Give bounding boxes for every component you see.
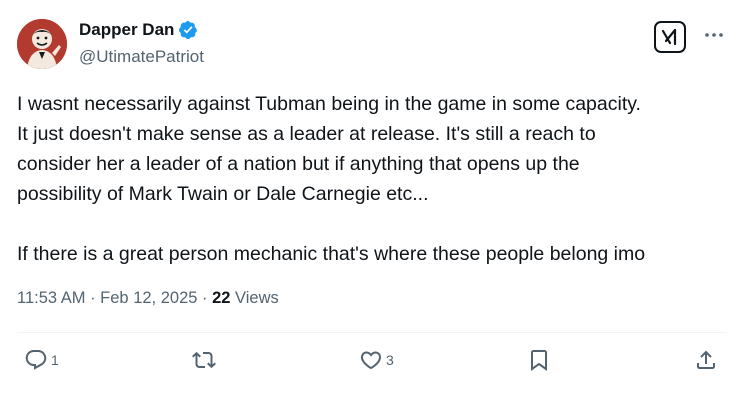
name-row: Dapper Dan xyxy=(79,20,198,40)
tweet-line: possibility of Mark Twain or Dale Carneg… xyxy=(17,183,429,205)
repost-button[interactable] xyxy=(192,348,219,372)
grok-button[interactable] xyxy=(654,21,686,53)
like-count: 3 xyxy=(386,352,394,368)
tweet-date[interactable]: Feb 12, 2025 xyxy=(100,289,197,307)
tweet-time[interactable]: 11:53 AM xyxy=(17,289,86,307)
tweet-line: I wasnt necessarily against Tubman being… xyxy=(17,93,641,115)
repost-icon xyxy=(192,351,216,369)
reply-button[interactable]: 1 xyxy=(24,348,59,372)
meta-separator: · xyxy=(85,289,101,307)
avatar[interactable] xyxy=(17,19,67,69)
tweet-meta: 11:53 AM · Feb 12, 2025 · 22 Views xyxy=(17,289,279,308)
user-handle[interactable]: @UtimatePatriot xyxy=(79,47,204,67)
views-count[interactable]: 22 xyxy=(212,289,230,307)
bookmark-button[interactable] xyxy=(527,348,551,372)
tweet-paragraph-2: If there is a great person mechanic that… xyxy=(17,243,646,265)
views-label[interactable]: Views xyxy=(230,289,279,307)
share-button[interactable] xyxy=(694,348,718,372)
verified-badge-icon xyxy=(178,20,198,40)
tweet-line: It just doesn't make sense as a leader a… xyxy=(17,123,596,145)
bookmark-icon xyxy=(531,350,547,371)
display-name[interactable]: Dapper Dan xyxy=(79,20,174,40)
like-button[interactable]: 3 xyxy=(359,348,394,372)
divider xyxy=(17,332,727,333)
tweet-line: consider her a leader of a nation but if… xyxy=(17,153,580,175)
avatar-image xyxy=(17,19,67,69)
grok-icon xyxy=(661,28,677,46)
meta-separator: · xyxy=(197,289,213,307)
share-icon xyxy=(697,350,715,369)
reply-icon xyxy=(25,350,47,370)
more-options-button[interactable] xyxy=(703,24,725,46)
like-icon xyxy=(360,351,382,370)
reply-count: 1 xyxy=(51,352,59,368)
tweet-text: I wasnt necessarily against Tubman being… xyxy=(17,89,737,269)
more-options-icon xyxy=(705,33,723,37)
